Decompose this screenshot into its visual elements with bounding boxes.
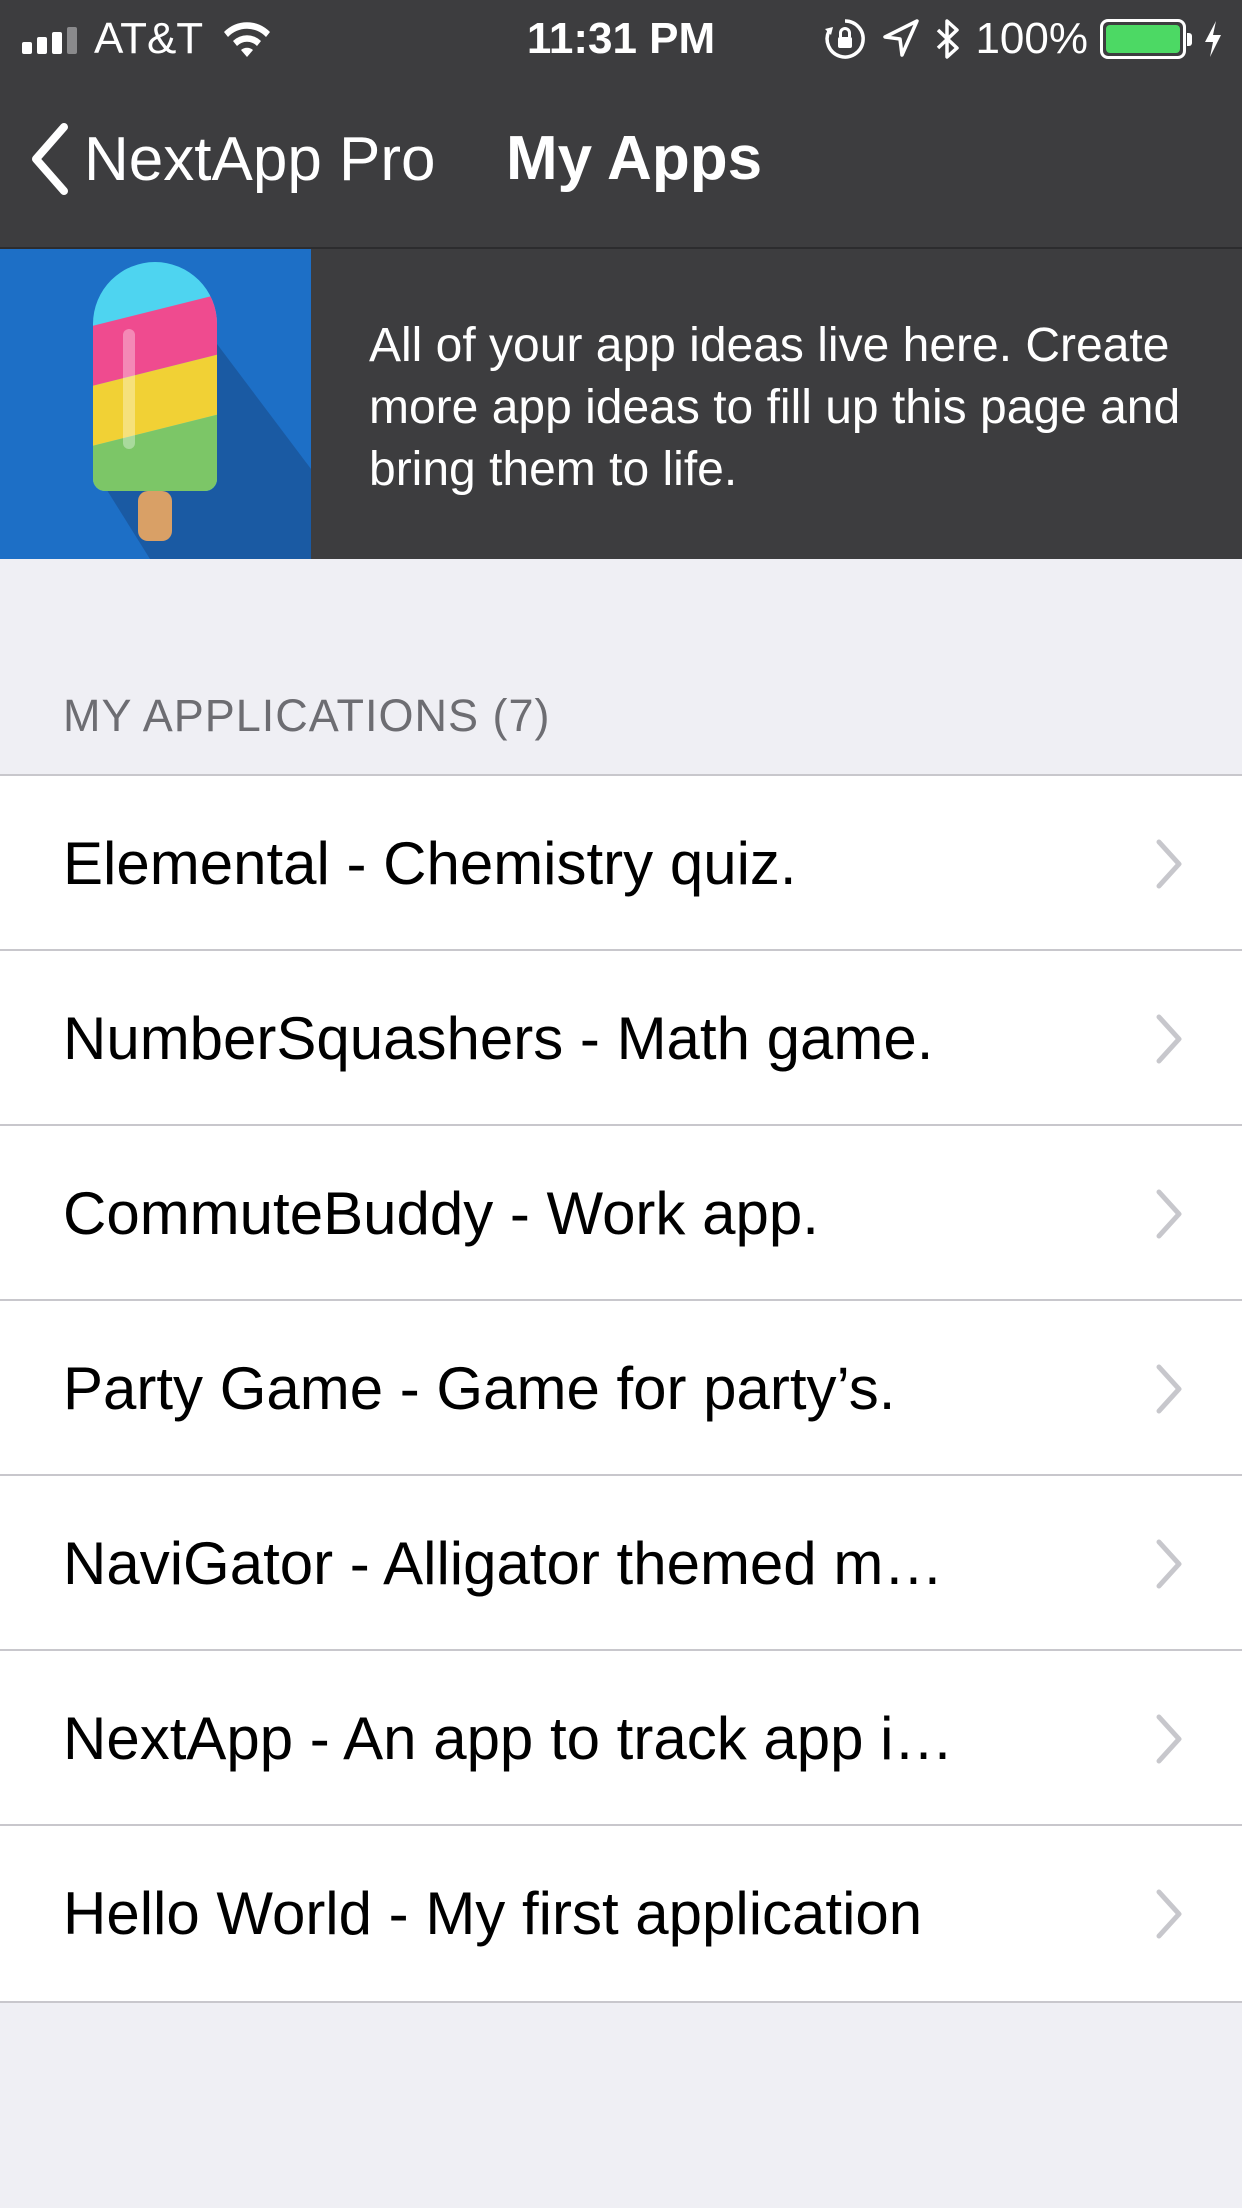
orientation-lock-icon — [825, 19, 866, 59]
info-banner: All of your app ideas live here. Create … — [0, 249, 1242, 559]
list-item-label: Elemental - Chemistry quiz. — [63, 830, 797, 897]
list-item[interactable]: CommuteBuddy - Work app. — [0, 1126, 1242, 1301]
location-arrow-icon — [883, 19, 920, 57]
battery-percentage: 100% — [975, 14, 1088, 63]
list-item-label: NumberSquashers - Math game. — [63, 1005, 934, 1072]
list-item-label: Hello World - My first application — [63, 1880, 923, 1947]
page-title: My Apps — [506, 124, 763, 193]
list-item[interactable]: Elemental - Chemistry quiz. — [0, 776, 1242, 951]
banner-icon-tile — [0, 249, 311, 559]
list-item-label: Party Game - Game for party’s. — [63, 1355, 896, 1422]
chevron-right-icon — [1156, 1014, 1182, 1064]
list-item[interactable]: NaviGator - Alligator themed m… — [0, 1476, 1242, 1651]
list-item[interactable]: NumberSquashers - Math game. — [0, 951, 1242, 1126]
chevron-left-icon — [32, 123, 68, 195]
list-item[interactable]: NextApp - An app to track app i… — [0, 1651, 1242, 1826]
banner-description: All of your app ideas live here. Create … — [369, 319, 1181, 496]
navigation-bar: NextApp Pro My Apps — [0, 78, 1242, 249]
chevron-right-icon — [1156, 1889, 1182, 1939]
chevron-right-icon — [1156, 1189, 1182, 1239]
chevron-right-icon — [1156, 1714, 1182, 1764]
list-item[interactable]: Hello World - My first application — [0, 1826, 1242, 2001]
list-item-label: NaviGator - Alligator themed m… — [63, 1530, 944, 1597]
chevron-right-icon — [1156, 1539, 1182, 1589]
app-list: Elemental - Chemistry quiz. NumberSquash… — [0, 774, 1242, 2003]
status-bar: AT&T 11:31 PM 100% — [0, 0, 1242, 78]
list-item-label: CommuteBuddy - Work app. — [63, 1180, 819, 1247]
back-button[interactable]: NextApp Pro — [30, 114, 436, 204]
popsicle-icon — [93, 262, 311, 559]
battery-icon — [1100, 19, 1192, 59]
charging-bolt-icon — [1205, 21, 1221, 57]
status-right: 100% — [823, 0, 1224, 78]
back-button-label: NextApp Pro — [84, 124, 436, 194]
bluetooth-icon — [937, 19, 960, 59]
section-header: MY APPLICATIONS (7) — [63, 690, 551, 741]
battery-level — [1106, 25, 1180, 53]
list-item[interactable]: Party Game - Game for party’s. — [0, 1301, 1242, 1476]
chevron-right-icon — [1156, 1364, 1182, 1414]
chevron-right-icon — [1156, 839, 1182, 889]
list-item-label: NextApp - An app to track app i… — [63, 1705, 954, 1772]
